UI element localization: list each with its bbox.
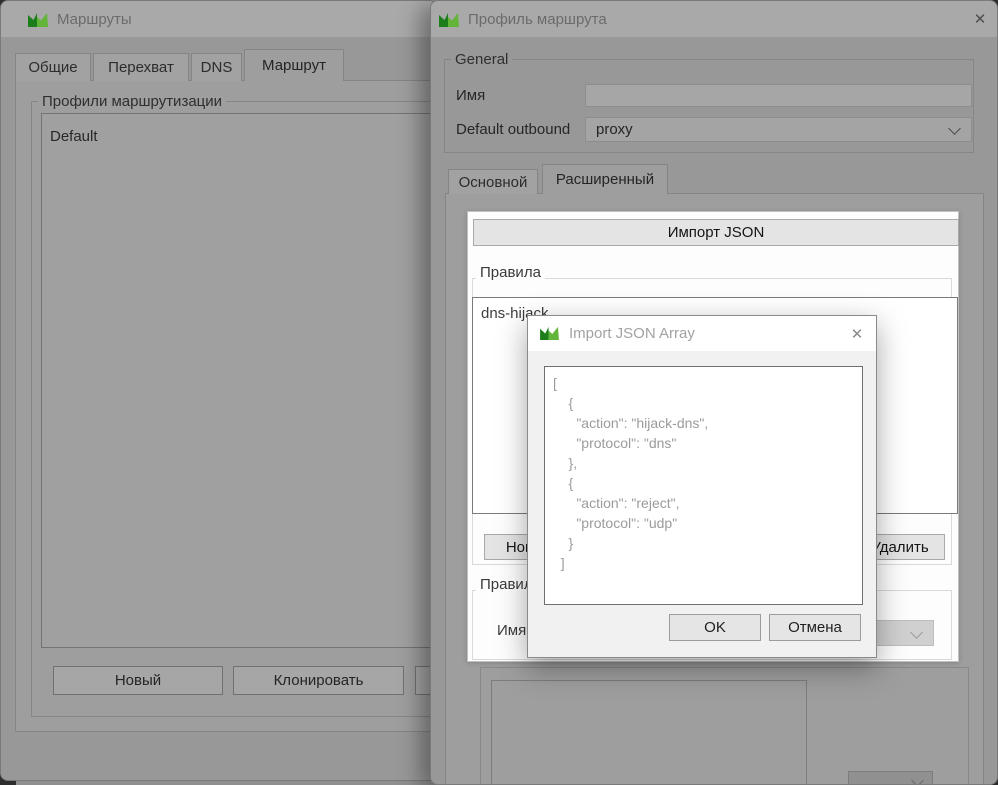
- tab-obshchie[interactable]: Общие: [15, 53, 91, 81]
- routes-window-titlebar[interactable]: Маршруты: [1, 1, 436, 37]
- routing-profiles-list[interactable]: Default: [41, 113, 437, 648]
- json-input-textarea[interactable]: [ { "action": "hijack-dns", "protocol": …: [544, 366, 863, 605]
- dialog-titlebar[interactable]: Import JSON Array: [528, 316, 876, 351]
- lower-list-area: [491, 680, 807, 785]
- default-outbound-label: Default outbound: [456, 121, 570, 138]
- close-icon[interactable]: ✕: [844, 322, 870, 346]
- chevron-down-icon: [910, 626, 923, 639]
- cancel-button[interactable]: Отмена: [769, 614, 861, 641]
- tab-marshrut[interactable]: Маршрут: [244, 49, 344, 81]
- window-title: Профиль маршрута: [468, 11, 607, 28]
- lower-select-disabled: [848, 771, 933, 785]
- app-logo-icon: [27, 11, 49, 28]
- list-item-default[interactable]: Default: [42, 114, 437, 145]
- ok-button[interactable]: OK: [669, 614, 761, 641]
- profile-window-titlebar[interactable]: Профиль маршрута: [431, 1, 997, 37]
- dialog-title: Import JSON Array: [569, 325, 695, 342]
- name-input[interactable]: [585, 84, 972, 107]
- routing-profiles-group-label: Профили маршрутизации: [38, 93, 226, 110]
- default-outbound-select[interactable]: proxy: [585, 117, 972, 142]
- tab-osnovnoy[interactable]: Основной: [448, 169, 538, 194]
- tab-rasshirennyy[interactable]: Расширенный: [542, 164, 668, 194]
- default-outbound-value: proxy: [596, 121, 633, 138]
- clone-profile-button[interactable]: Клонировать: [233, 666, 404, 695]
- chevron-down-icon: [948, 122, 961, 135]
- new-profile-button[interactable]: Новый: [53, 666, 223, 695]
- app-logo-icon: [539, 325, 561, 342]
- general-group-label: General: [451, 51, 512, 68]
- rule-name-label: Имя: [497, 622, 526, 639]
- app-logo-icon: [438, 11, 460, 28]
- import-json-button[interactable]: Импорт JSON: [473, 219, 959, 246]
- routes-window: Маршруты Общие Перехват DNS Маршрут Проф…: [0, 0, 437, 781]
- name-label: Имя: [456, 87, 485, 104]
- tab-dns[interactable]: DNS: [191, 53, 242, 81]
- tab-perekhvat[interactable]: Перехват: [93, 53, 189, 81]
- chevron-down-icon: [911, 774, 924, 785]
- window-title: Маршруты: [57, 11, 132, 28]
- close-icon[interactable]: ✕: [967, 7, 993, 31]
- rules-group-label: Правила: [476, 264, 545, 281]
- import-json-dialog: Import JSON Array ✕ [ { "action": "hijac…: [527, 315, 877, 658]
